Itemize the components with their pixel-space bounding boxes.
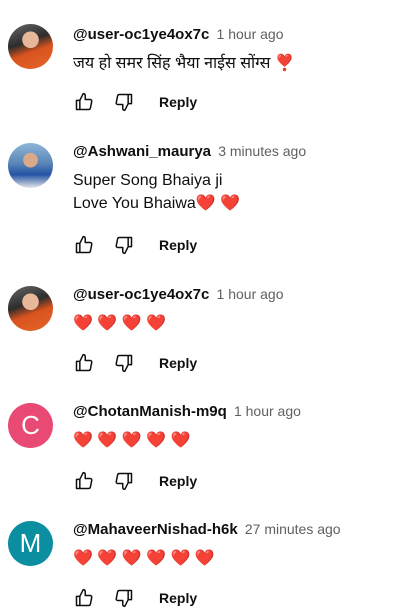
avatar[interactable] xyxy=(8,143,53,188)
thumbs-down-icon[interactable] xyxy=(113,470,135,492)
comment-time[interactable]: 1 hour ago xyxy=(217,286,284,302)
comment-author[interactable]: @ChotanManish-m9q xyxy=(73,403,227,420)
thumbs-up-icon[interactable] xyxy=(73,234,95,256)
thumbs-up-icon[interactable] xyxy=(73,91,95,113)
comment-author[interactable]: @user-oc1ye4ox7c xyxy=(73,26,209,43)
comment-content: @Ashwani_maurya 3 minutes ago Super Song… xyxy=(73,141,403,215)
comment-time[interactable]: 3 minutes ago xyxy=(218,143,306,159)
reply-button[interactable]: Reply xyxy=(159,355,197,371)
comment-text: Super Song Bhaiya ji Love You Bhaiwa❤️ ❤… xyxy=(73,172,241,212)
comment-meta: @user-oc1ye4ox7c 1 hour ago xyxy=(73,284,403,305)
comment-author[interactable]: @MahaveerNishad-h6k xyxy=(73,521,238,538)
avatar-letter: M xyxy=(19,528,42,558)
comment-actions: Reply xyxy=(73,90,197,114)
comment-actions: Reply xyxy=(73,233,197,257)
avatar[interactable] xyxy=(8,24,53,69)
comment-text: ❤️ ❤️ ❤️ ❤️ ❤️ ❤️ xyxy=(73,550,215,567)
comment-text: ❤️ ❤️ ❤️ ❤️ ❤️ xyxy=(73,432,191,449)
comment-content: @ChotanManish-m9q 1 hour ago ❤️ ❤️ ❤️ ❤️… xyxy=(73,401,403,452)
comment-text: जय हो समर सिंह भैया नाईस सोंग्स ❣️ xyxy=(73,55,295,72)
thumbs-down-icon[interactable] xyxy=(113,352,135,374)
comment-time[interactable]: 27 minutes ago xyxy=(245,521,341,537)
thumbs-up-icon[interactable] xyxy=(73,587,95,609)
comment-content: @user-oc1ye4ox7c 1 hour ago जय हो समर सि… xyxy=(73,24,403,75)
comment-meta: @MahaveerNishad-h6k 27 minutes ago xyxy=(73,519,403,540)
comment-text: ❤️ ❤️ ❤️ ❤️ xyxy=(73,315,167,332)
thumbs-down-icon[interactable] xyxy=(113,91,135,113)
avatar[interactable] xyxy=(8,286,53,331)
comment-meta: @user-oc1ye4ox7c 1 hour ago xyxy=(73,24,403,45)
thumbs-up-icon[interactable] xyxy=(73,352,95,374)
comment-meta: @ChotanManish-m9q 1 hour ago xyxy=(73,401,403,422)
comment-time[interactable]: 1 hour ago xyxy=(217,26,284,42)
avatar[interactable]: C xyxy=(8,403,53,448)
avatar[interactable]: M xyxy=(8,521,53,566)
comment-actions: Reply xyxy=(73,351,197,375)
thumbs-down-icon[interactable] xyxy=(113,587,135,609)
thumbs-up-icon[interactable] xyxy=(73,470,95,492)
comment-author[interactable]: @Ashwani_maurya xyxy=(73,143,211,160)
comment-time[interactable]: 1 hour ago xyxy=(234,403,301,419)
thumbs-down-icon[interactable] xyxy=(113,234,135,256)
comment-actions: Reply xyxy=(73,469,197,493)
comment-meta: @Ashwani_maurya 3 minutes ago xyxy=(73,141,403,162)
comment-content: @user-oc1ye4ox7c 1 hour ago ❤️ ❤️ ❤️ ❤️ xyxy=(73,284,403,335)
comment-author[interactable]: @user-oc1ye4ox7c xyxy=(73,286,209,303)
reply-button[interactable]: Reply xyxy=(159,237,197,253)
avatar-letter: C xyxy=(21,410,40,440)
reply-button[interactable]: Reply xyxy=(159,94,197,110)
comment-content: @MahaveerNishad-h6k 27 minutes ago ❤️ ❤️… xyxy=(73,519,403,570)
reply-button[interactable]: Reply xyxy=(159,473,197,489)
comment-actions: Reply xyxy=(73,586,197,610)
